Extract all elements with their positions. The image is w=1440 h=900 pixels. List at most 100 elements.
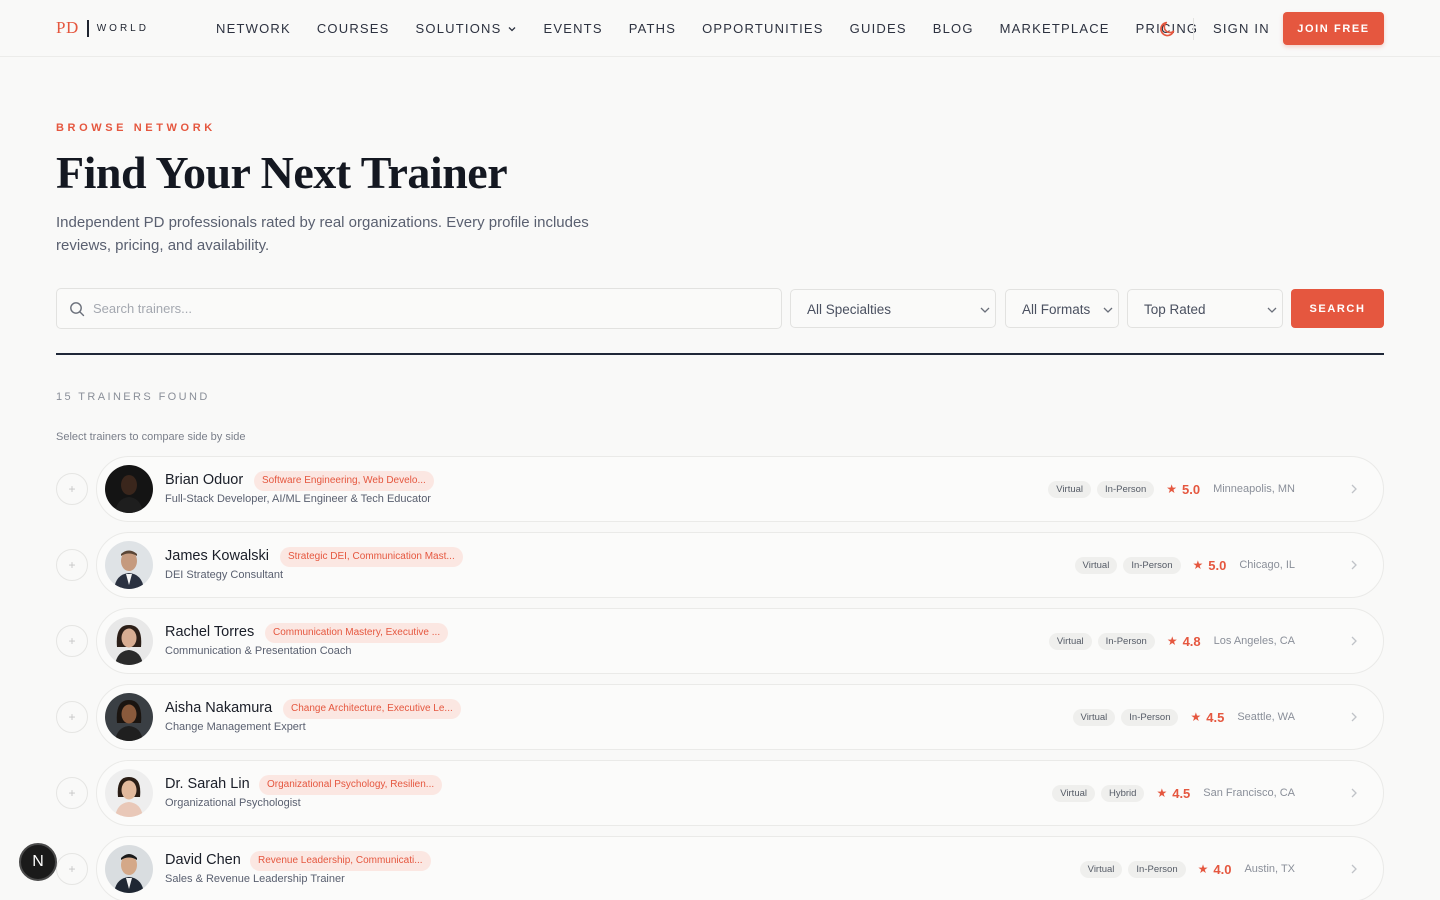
trainer-card[interactable]: James Kowalski Strategic DEI, Communicat… [96,532,1384,598]
trainer-card[interactable]: Rachel Torres Communication Mastery, Exe… [96,608,1384,674]
chevron-down-icon [1103,307,1113,313]
trainer-rating: 4.5 [1206,709,1225,725]
floating-n-badge[interactable]: N [19,843,57,881]
specialty-tag: Strategic DEI, Communication Mast... [280,547,463,567]
trainer-card[interactable]: David Chen Revenue Leadership, Communica… [96,836,1384,900]
chevron-right-icon [1351,560,1357,570]
trainer-role: Organizational Psychologist [165,797,301,809]
trainer-meta: Virtual In-Person ★ 4.8 Los Angeles, CA [1043,609,1295,673]
nav-item-opportunities[interactable]: OPPORTUNITIES [702,21,824,36]
nav-item-events[interactable]: EVENTS [543,21,602,36]
format-pill: Virtual [1079,860,1123,878]
trainer-meta: Virtual In-Person ★ 5.0 Minneapolis, MN [1042,457,1295,521]
trainer-rating: 4.5 [1172,785,1191,801]
nav-item-network[interactable]: NETWORK [216,21,291,36]
trainer-meta: Virtual In-Person ★ 5.0 Chicago, IL [1069,533,1295,597]
nav-item-guides[interactable]: GUIDES [850,21,907,36]
format-pill: Virtual [1052,784,1095,802]
join-free-button[interactable]: JOIN FREE [1283,12,1384,45]
chevron-right-icon [1351,636,1357,646]
chevron-right-icon [1351,788,1357,798]
format-pill: Virtual [1048,480,1092,498]
format-pill: Virtual [1072,708,1116,726]
avatar [105,465,153,513]
trainer-rating: 5.0 [1208,557,1227,573]
sort-select[interactable]: Top Rated [1127,289,1283,328]
search-icon [70,302,85,317]
compare-toggle[interactable]: + [56,853,88,885]
format-pill: In-Person [1123,556,1181,574]
nav-item-paths[interactable]: PATHS [629,21,676,36]
specialty-tag: Change Architecture, Executive Le... [283,699,461,719]
specialty-tag: Software Engineering, Web Develo... [254,471,434,491]
search-field[interactable] [56,288,782,329]
compare-toggle[interactable]: + [56,777,88,809]
format-select[interactable]: All Formats [1005,289,1119,328]
format-pill: Hybrid [1101,784,1145,802]
trainer-location: Los Angeles, CA [1213,635,1295,647]
chevron-down-icon [980,307,990,313]
search-input[interactable] [93,289,773,328]
eyebrow-label: BROWSE NETWORK [56,122,216,134]
format-pill: Virtual [1048,632,1092,650]
specialty-select[interactable]: All Specialties [790,289,996,328]
trainer-role: Change Management Expert [165,721,306,733]
nav-item-solutions-label: SOLUTIONS [415,21,502,36]
nav-item-marketplace[interactable]: MARKETPLACE [1000,21,1110,36]
trainer-role: Full-Stack Developer, AI/ML Engineer & T… [165,493,431,505]
compare-toggle[interactable]: + [56,625,88,657]
nav-item-blog[interactable]: BLOG [933,21,974,36]
trainer-location: Seattle, WA [1237,711,1295,723]
header-divider [1193,18,1194,40]
trainer-role: DEI Strategy Consultant [165,569,284,581]
nav-item-solutions[interactable]: SOLUTIONS [416,21,518,36]
compare-toggle[interactable]: + [56,549,88,581]
chevron-right-icon [1351,864,1357,874]
trainer-location: Austin, TX [1244,863,1295,875]
trainer-card[interactable]: Aisha Nakamura Change Architecture, Exec… [96,684,1384,750]
star-icon: ★ [1197,862,1209,876]
brand-logo[interactable]: PD WORLD [56,18,149,38]
trainer-role: Sales & Revenue Leadership Trainer [165,873,345,885]
star-icon: ★ [1156,786,1168,800]
trainer-rating: 4.8 [1182,633,1201,649]
main-nav: NETWORK COURSES SOLUTIONS EVENTS PATHS O… [216,21,1224,36]
chevron-down-icon [1267,307,1277,313]
format-pill: Virtual [1074,556,1118,574]
compare-toggle[interactable]: + [56,701,88,733]
trainer-card[interactable]: Dr. Sarah Lin Organizational Psychology,… [96,760,1384,826]
moon-icon[interactable] [1158,19,1178,39]
page-title: Find Your Next Trainer [56,147,508,198]
avatar [105,769,153,817]
star-icon: ★ [1190,710,1202,724]
results-count: 15 TRAINERS FOUND [56,391,210,403]
trainer-name[interactable]: Rachel Torres [165,624,254,640]
sign-in-link[interactable]: SIGN IN [1213,21,1270,36]
trainer-name[interactable]: Dr. Sarah Lin [165,776,250,792]
trainer-meta: Virtual In-Person ★ 4.5 Seattle, WA [1067,685,1295,749]
section-divider [56,353,1384,355]
specialty-select-value: All Specialties [807,302,892,317]
format-pill: In-Person [1097,632,1155,650]
specialty-tag: Organizational Psychology, Resilien... [259,775,443,795]
trainer-meta: Virtual Hybrid ★ 4.5 San Francisco, CA [1046,761,1295,825]
sort-select-value: Top Rated [1144,302,1206,317]
compare-toggle[interactable]: + [56,473,88,505]
trainer-name[interactable]: David Chen [165,852,241,868]
trainer-name[interactable]: Brian Oduor [165,472,243,488]
trainer-name[interactable]: Aisha Nakamura [165,700,272,716]
trainer-location: Chicago, IL [1239,559,1295,571]
avatar [105,617,153,665]
specialty-tag: Revenue Leadership, Communicati... [250,851,431,871]
search-button[interactable]: SEARCH [1291,289,1384,328]
avatar [105,845,153,893]
star-icon: ★ [1166,634,1178,648]
star-icon: ★ [1192,558,1204,572]
trainer-card[interactable]: Brian Oduor Software Engineering, Web De… [96,456,1384,522]
nav-item-courses[interactable]: COURSES [317,21,390,36]
specialty-tag: Communication Mastery, Executive ... [265,623,449,643]
trainer-name[interactable]: James Kowalski [165,548,269,564]
trainer-rating: 5.0 [1182,481,1201,497]
star-icon: ★ [1166,482,1177,496]
format-pill: In-Person [1128,860,1186,878]
